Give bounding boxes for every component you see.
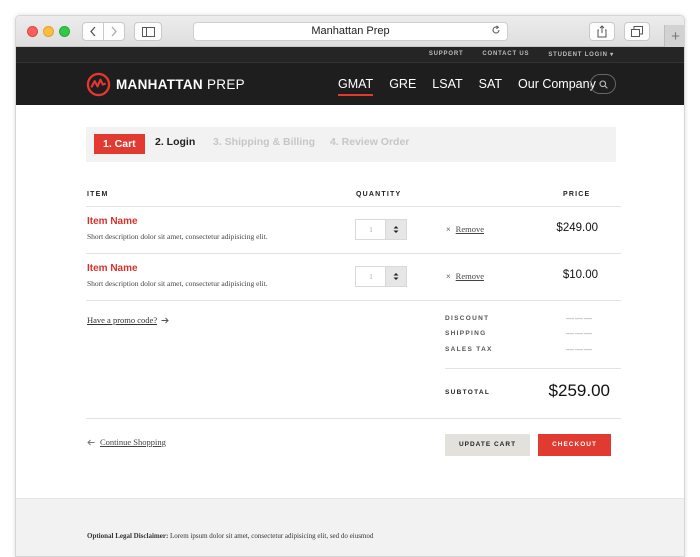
site-footer: Optional Legal Disclaimer: Lorem ipsum d… [16,498,684,556]
step-review-order: 4. Review Order [330,136,410,148]
close-window-button[interactable] [27,26,38,37]
column-header-price: PRICE [563,191,591,198]
column-header-quantity: QUANTITY [356,191,402,198]
reload-icon[interactable] [491,24,501,41]
continue-shopping-label: Continue Shopping [100,437,166,447]
continue-shopping-link[interactable]: Continue Shopping [87,437,166,447]
update-cart-button[interactable]: UPDATE CART [445,434,530,456]
arrow-left-icon [87,439,95,445]
nav-item-our-company[interactable]: Our Company [518,77,596,91]
browser-toolbar: Manhattan Prep + [16,16,684,47]
subtotal-value: $259.00 [548,381,610,400]
nav-item-gmat[interactable]: GMAT [338,77,374,96]
search-button[interactable] [590,74,616,94]
arrow-right-icon [161,317,169,323]
quantity-value[interactable]: 1 [356,220,386,239]
promo-code-label: Have a promo code? [87,315,158,325]
forward-button[interactable] [103,22,125,41]
disclaimer-label: Optional Legal Disclaimer: [87,532,169,540]
discount-value: ——— [566,314,593,323]
item-price: $249.00 [556,222,598,234]
step-login[interactable]: 2. Login [155,136,195,148]
subtotal-label: SUBTOTAL [445,389,491,396]
utility-bar: SUPPORT CONTACT US STUDENT LOGIN ▾ [16,47,684,63]
remove-item-button[interactable]: × Remove [446,224,484,234]
step-cart[interactable]: 1. Cart [94,134,145,154]
checkout-button[interactable]: CHECKOUT [538,434,611,456]
sales-tax-label: SALES TAX [445,346,493,353]
logo-mark-icon [86,72,111,97]
item-name-link[interactable]: Item Name [87,216,138,227]
logo-text-bold: MANHATTAN [116,77,203,92]
stepper-arrows-icon[interactable] [385,267,406,286]
quantity-stepper[interactable]: 1 [355,266,407,287]
quantity-value[interactable]: 1 [356,267,386,286]
item-description: Short description dolor sit amet, consec… [87,232,268,241]
close-icon: × [446,271,451,281]
contact-us-link[interactable]: CONTACT US [482,51,529,58]
item-description: Short description dolor sit amet, consec… [87,279,268,288]
item-name-link[interactable]: Item Name [87,263,138,274]
main-nav: GMAT GRE LSAT SAT Our Company [338,77,596,96]
divider [86,300,621,301]
site-header: MANHATTAN PREP GMAT GRE LSAT SAT Our Com… [16,63,684,105]
search-icon [598,79,608,89]
item-price: $10.00 [562,269,598,281]
discount-label: DISCOUNT [445,315,490,322]
nav-item-lsat[interactable]: LSAT [432,77,462,91]
minimize-window-button[interactable] [43,26,54,37]
divider [86,206,621,207]
stepper-arrows-icon[interactable] [385,220,406,239]
divider [86,418,621,419]
shipping-value: ——— [566,329,593,338]
share-icon [597,25,607,38]
tabs-icon [631,26,643,37]
plus-icon: + [671,27,680,45]
divider [445,368,621,369]
checkout-steps: 1. Cart 2. Login 3. Shipping & Billing 4… [86,127,616,162]
share-button[interactable] [589,22,615,41]
chevron-left-icon [90,26,96,37]
sidebar-toggle-button[interactable] [134,22,162,41]
step-shipping-billing: 3. Shipping & Billing [213,136,316,148]
legal-disclaimer: Optional Legal Disclaimer: Lorem ipsum d… [87,532,373,540]
back-button[interactable] [82,22,104,41]
disclaimer-text: Lorem ipsum dolor sit amet, consectetur … [168,532,374,540]
sales-tax-value: ——— [566,345,593,354]
quantity-stepper[interactable]: 1 [355,219,407,240]
divider [86,253,621,254]
support-link[interactable]: SUPPORT [429,51,464,58]
maximize-window-button[interactable] [59,26,70,37]
sidebar-icon [141,26,155,37]
chevron-right-icon [111,26,117,37]
new-tab-button[interactable]: + [664,25,684,47]
remove-label: Remove [455,224,484,234]
remove-label: Remove [455,271,484,281]
remove-item-button[interactable]: × Remove [446,271,484,281]
site-logo[interactable]: MANHATTAN PREP [86,72,245,97]
nav-item-gre[interactable]: GRE [389,77,416,91]
tabs-overview-button[interactable] [624,22,650,41]
promo-code-link[interactable]: Have a promo code? [87,315,169,325]
close-icon: × [446,224,451,234]
page-url-title: Manhattan Prep [311,25,390,37]
column-header-item: ITEM [87,191,109,198]
logo-text-light: PREP [207,77,245,92]
nav-item-sat[interactable]: SAT [479,77,502,91]
shipping-label: SHIPPING [445,330,487,337]
student-login-link[interactable]: STUDENT LOGIN ▾ [548,51,614,58]
address-bar[interactable]: Manhattan Prep [193,22,508,41]
browser-window: Manhattan Prep + SUPPORT CONTACT US STUD… [15,15,685,557]
